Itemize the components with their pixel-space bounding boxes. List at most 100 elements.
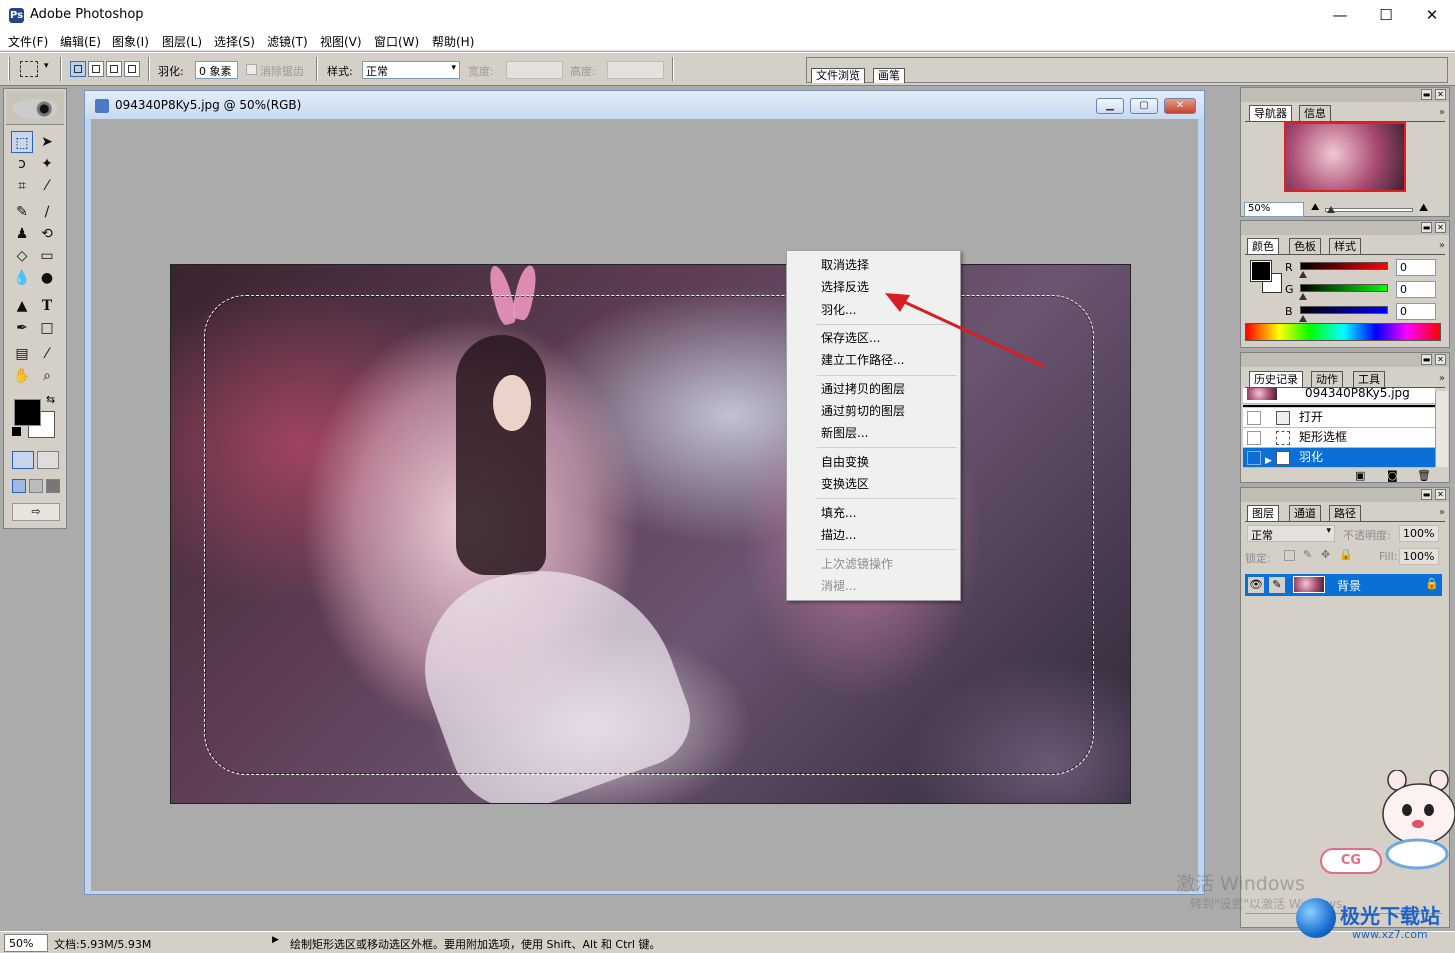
new-document-from-state-icon[interactable]: ▣ <box>1355 469 1365 482</box>
panel-minimize-icon[interactable]: ▬ <box>1421 222 1432 233</box>
blend-mode-select[interactable]: 正常 ▾ <box>1247 525 1335 542</box>
navigator-zoom-slider[interactable] <box>1325 208 1413 212</box>
photoshop-eye-logo-icon[interactable] <box>12 99 58 119</box>
ctx-layer-via-copy[interactable]: 通过拷贝的图层 <box>821 379 905 399</box>
menu-help[interactable]: 帮助(H) <box>432 33 474 50</box>
opacity-input[interactable]: 100% <box>1399 525 1439 542</box>
panel-close-icon[interactable]: ✕ <box>1435 354 1446 365</box>
b-input[interactable]: 0 <box>1396 303 1436 320</box>
history-item[interactable]: 打开 <box>1243 408 1435 428</box>
menu-image[interactable]: 图象(I) <box>112 33 149 50</box>
new-snapshot-icon[interactable]: ◙ <box>1387 469 1398 482</box>
history-item-selected[interactable]: ▶ 羽化 <box>1243 448 1435 468</box>
history-scrollbar[interactable] <box>1435 391 1448 467</box>
screen-mode-standard-icon[interactable] <box>12 479 26 493</box>
well-tab-brushes[interactable]: 画笔 <box>873 68 905 83</box>
tab-color[interactable]: 颜色 <box>1247 238 1279 254</box>
menu-file[interactable]: 文件(F) <box>8 33 48 50</box>
slider-thumb-icon[interactable] <box>1299 315 1307 322</box>
menu-window[interactable]: 窗口(W) <box>374 33 419 50</box>
brush-tool-icon[interactable]: ∕ <box>36 201 58 223</box>
pen-tool-icon[interactable]: ✒ <box>11 317 33 339</box>
ctx-feather[interactable]: 羽化... <box>821 300 856 320</box>
panel-close-icon[interactable]: ✕ <box>1435 489 1446 500</box>
subtract-selection-button[interactable] <box>106 61 122 77</box>
blur-tool-icon[interactable]: 💧 <box>11 267 33 289</box>
notes-tool-icon[interactable]: ▤ <box>11 343 33 365</box>
slider-thumb-icon[interactable] <box>1299 293 1307 300</box>
minimize-button[interactable]: — <box>1317 0 1363 31</box>
navigator-thumbnail[interactable] <box>1284 122 1406 192</box>
trash-icon[interactable]: 🗑 <box>1417 469 1431 482</box>
maximize-button[interactable]: ☐ <box>1363 0 1409 31</box>
gradient-tool-icon[interactable]: ▭ <box>36 245 58 267</box>
feather-input[interactable]: 0 象素 <box>195 61 238 79</box>
slider-thumb-icon[interactable] <box>1299 271 1307 278</box>
document-maximize-button[interactable]: ▢ <box>1130 98 1158 114</box>
dodge-tool-icon[interactable]: ● <box>36 267 58 289</box>
shape-tool-icon[interactable]: □ <box>36 317 58 339</box>
zoom-in-icon[interactable]: ⛰ <box>1419 201 1428 215</box>
panel-menu-icon[interactable]: » <box>1439 240 1445 251</box>
fill-input[interactable]: 100% <box>1399 548 1439 565</box>
screen-mode-full-menu-icon[interactable] <box>29 479 43 493</box>
tab-navigator[interactable]: 导航器 <box>1249 105 1292 121</box>
close-button[interactable]: ✕ <box>1409 0 1455 31</box>
panel-close-icon[interactable]: ✕ <box>1435 222 1446 233</box>
type-tool-icon[interactable]: T <box>36 295 58 317</box>
g-slider[interactable] <box>1300 284 1388 292</box>
crop-tool-icon[interactable]: ⌗ <box>11 175 33 197</box>
tab-swatches[interactable]: 色板 <box>1289 238 1321 254</box>
zoom-tool-icon[interactable]: ⌕ <box>36 365 58 387</box>
history-brush-source-checkbox[interactable] <box>1247 411 1261 425</box>
jump-to-imageready-icon[interactable]: ⇨ <box>12 503 60 521</box>
status-menu-arrow-icon[interactable]: ▶ <box>272 935 279 945</box>
rect-marquee-tool-icon[interactable]: ⬚ <box>11 131 33 153</box>
rect-marquee-preset-icon[interactable] <box>20 61 38 77</box>
color-spectrum[interactable] <box>1245 323 1441 341</box>
g-input[interactable]: 0 <box>1396 281 1436 298</box>
history-brush-source-checkbox[interactable] <box>1247 431 1261 445</box>
document-minimize-button[interactable]: ▁ <box>1096 98 1124 114</box>
eyedropper-tool-icon[interactable]: ⁄ <box>36 343 58 365</box>
r-input[interactable]: 0 <box>1396 259 1436 276</box>
menu-edit[interactable]: 编辑(E) <box>60 33 101 50</box>
canvas-area[interactable] <box>91 119 1198 891</box>
lock-transparency-icon[interactable] <box>1284 550 1295 561</box>
intersect-selection-button[interactable] <box>124 61 140 77</box>
b-slider[interactable] <box>1300 306 1388 314</box>
history-brush-source-checkbox[interactable] <box>1247 451 1261 465</box>
panel-menu-icon[interactable]: » <box>1439 373 1445 384</box>
tab-channels[interactable]: 通道 <box>1289 505 1321 521</box>
ctx-deselect[interactable]: 取消选择 <box>821 255 869 275</box>
ctx-layer-via-cut[interactable]: 通过剪切的图层 <box>821 401 905 421</box>
ctx-save-selection[interactable]: 保存选区... <box>821 328 880 348</box>
default-colors-icon[interactable] <box>12 427 21 436</box>
path-selection-tool-icon[interactable]: ▲ <box>11 295 33 317</box>
lock-all-icon[interactable]: 🔒 <box>1339 548 1353 561</box>
preset-dropdown-icon[interactable]: ▾ <box>44 61 49 71</box>
document-close-button[interactable]: ✕ <box>1164 98 1196 114</box>
navigator-zoom-input[interactable]: 50% <box>1244 202 1304 217</box>
screen-mode-full-icon[interactable] <box>46 479 60 493</box>
magic-wand-tool-icon[interactable]: ✦ <box>36 153 58 175</box>
tab-styles[interactable]: 样式 <box>1329 238 1361 254</box>
menu-filter[interactable]: 滤镜(T) <box>267 33 308 50</box>
tab-tool-presets[interactable]: 工具 <box>1353 371 1385 387</box>
ctx-stroke[interactable]: 描边... <box>821 525 856 545</box>
ctx-new-layer[interactable]: 新图层... <box>821 423 868 443</box>
ctx-transform-selection[interactable]: 变换选区 <box>821 474 869 494</box>
move-tool-icon[interactable]: ➤ <box>36 131 58 153</box>
ctx-fill[interactable]: 填充... <box>821 503 856 523</box>
lasso-tool-icon[interactable]: ↄ <box>11 153 33 175</box>
panel-close-icon[interactable]: ✕ <box>1435 89 1446 100</box>
ctx-free-transform[interactable]: 自由变换 <box>821 452 869 472</box>
menu-view[interactable]: 视图(V) <box>320 33 362 50</box>
style-select[interactable]: 正常 ▾ <box>362 61 460 79</box>
history-brush-tool-icon[interactable]: ⟲ <box>36 223 58 245</box>
healing-brush-tool-icon[interactable]: ✎ <box>11 201 33 223</box>
history-snapshot[interactable]: 094340P8Ky5.jpg <box>1243 388 1435 404</box>
tab-actions[interactable]: 动作 <box>1311 371 1343 387</box>
lock-position-icon[interactable]: ✥ <box>1321 548 1330 561</box>
ctx-select-inverse[interactable]: 选择反选 <box>821 277 869 297</box>
